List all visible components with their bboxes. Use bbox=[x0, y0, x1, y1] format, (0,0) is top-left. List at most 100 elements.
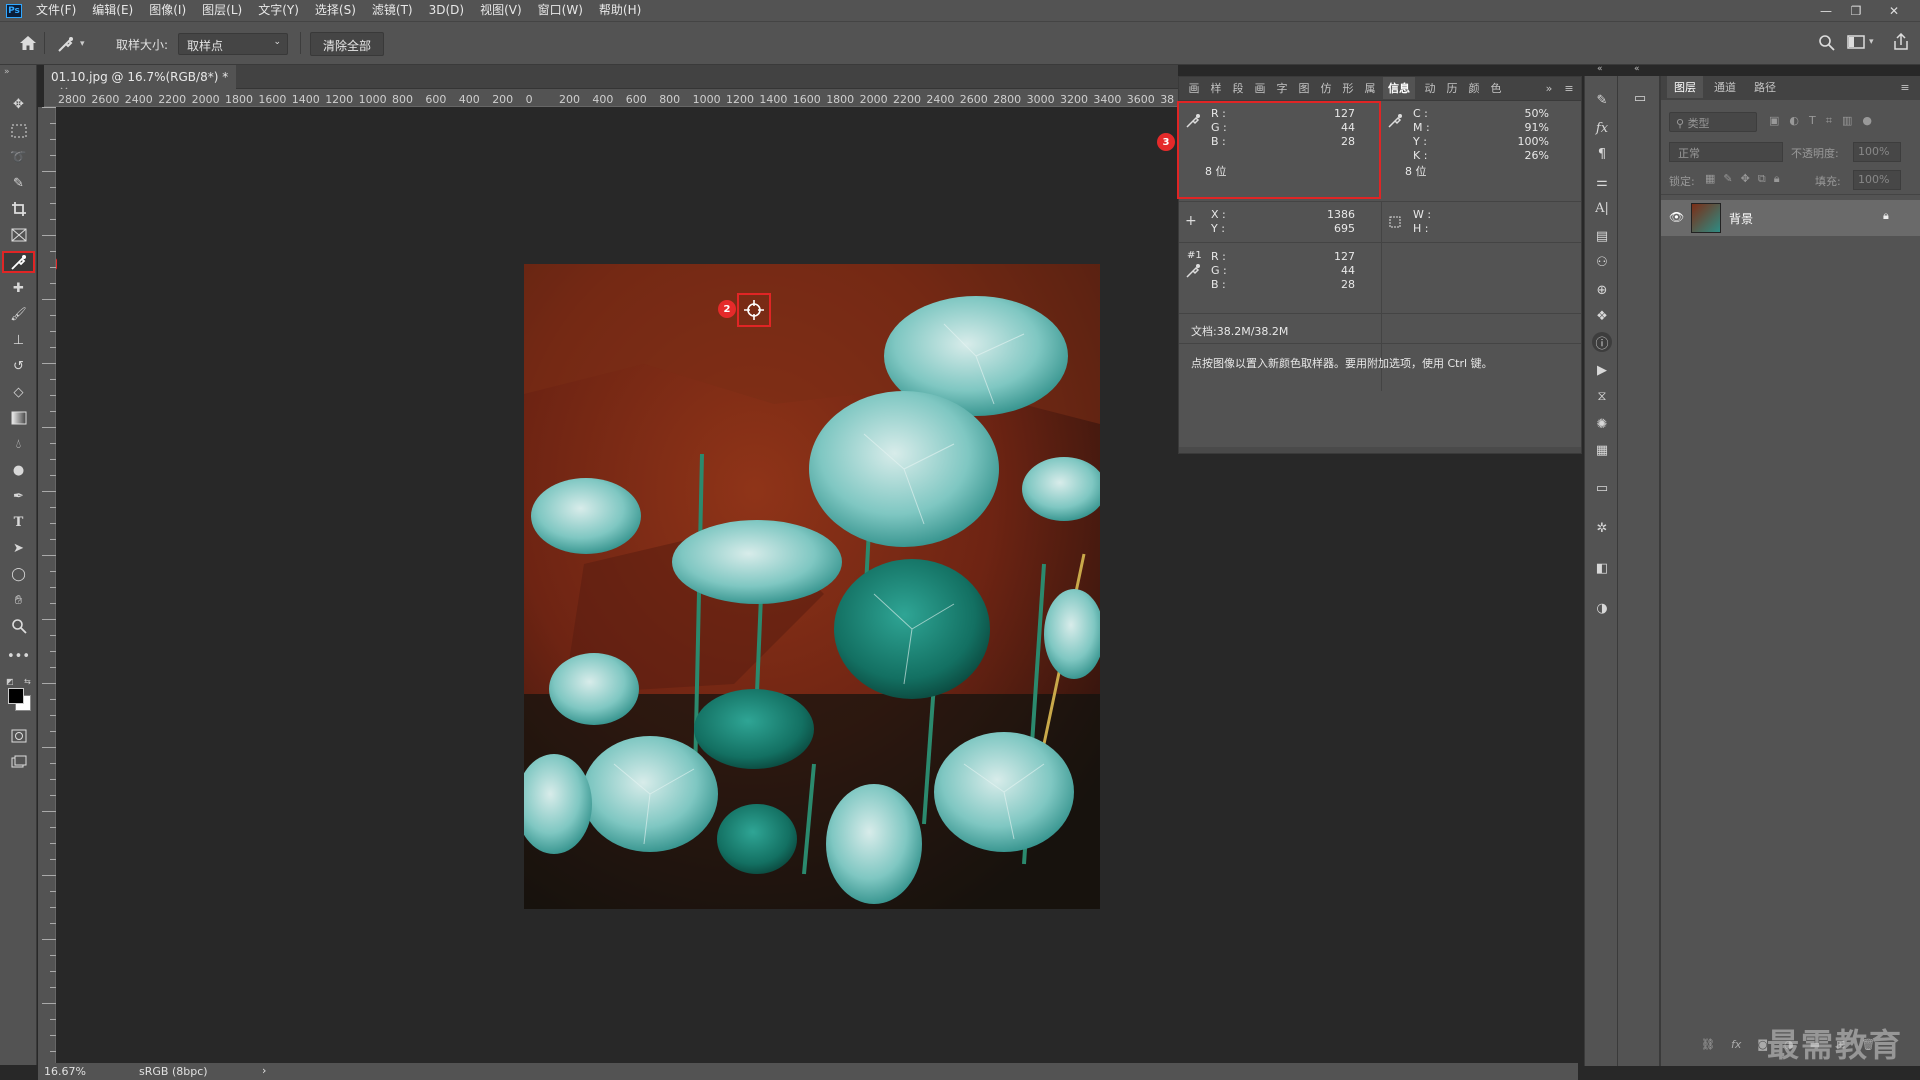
panel-menu-icon[interactable]: ≡ bbox=[1561, 77, 1577, 99]
lock-position-icon[interactable]: ✥ bbox=[1741, 172, 1750, 186]
screen-mode-icon[interactable] bbox=[5, 751, 32, 773]
tab-color[interactable]: 颜 bbox=[1465, 77, 1483, 99]
clone-source-icon[interactable]: ⊕ bbox=[1591, 280, 1613, 300]
tab-shapes[interactable]: 形 bbox=[1339, 77, 1357, 99]
more-tools-icon[interactable]: ••• bbox=[5, 645, 32, 667]
type-tool-icon[interactable]: T bbox=[5, 511, 32, 533]
menu-layer[interactable]: 图层(L) bbox=[194, 0, 250, 21]
paragraph-icon[interactable]: ¶ bbox=[1591, 144, 1613, 164]
opacity-field[interactable]: 100% bbox=[1853, 142, 1901, 162]
lock-image-icon[interactable]: ✎ bbox=[1723, 172, 1732, 186]
clone-stamp-tool-icon[interactable]: ⊥ bbox=[5, 329, 32, 351]
link-layers-icon[interactable]: ⛓ bbox=[1701, 1038, 1715, 1051]
filter-toggle-icon[interactable]: ● bbox=[1862, 114, 1872, 128]
filter-type-icon[interactable]: T bbox=[1809, 114, 1816, 128]
tab-image[interactable]: 图 bbox=[1295, 77, 1313, 99]
layer-visibility-eye-icon[interactable]: 👁︎ bbox=[1669, 210, 1684, 224]
history-brush-tool-icon[interactable]: ↺ bbox=[5, 355, 32, 377]
layers-menu-icon[interactable]: ≡ bbox=[1897, 76, 1913, 98]
collapse-arrows-icon[interactable]: » bbox=[4, 67, 10, 77]
collapse-dock-icon[interactable]: « bbox=[1634, 64, 1640, 74]
minimize-icon[interactable]: — bbox=[1811, 0, 1841, 21]
layer-row-background[interactable]: 👁︎ 背景 🔒︎ bbox=[1661, 200, 1920, 236]
search-icon[interactable] bbox=[1818, 34, 1836, 55]
path-selection-tool-icon[interactable]: ➤ bbox=[5, 537, 32, 559]
default-colors-icon[interactable]: ◩ bbox=[6, 677, 14, 686]
tab-clone-source[interactable]: 仿 bbox=[1317, 77, 1335, 99]
tab-properties[interactable]: 属 bbox=[1361, 77, 1379, 99]
hand-tool-icon[interactable]: ✋︎ bbox=[5, 589, 32, 611]
notes-icon[interactable]: ▭ bbox=[1591, 478, 1613, 498]
history-icon[interactable]: ⧖ bbox=[1591, 386, 1613, 406]
menu-help[interactable]: 帮助(H) bbox=[591, 0, 649, 21]
sample-size-select[interactable]: 取样点 ⌄ bbox=[178, 33, 288, 55]
blur-tool-icon[interactable]: 💧︎ bbox=[5, 433, 32, 455]
color-sampler-preset-icon[interactable]: ▾ bbox=[56, 32, 96, 56]
collapse-strip-icon[interactable]: « bbox=[1597, 64, 1603, 74]
gradient-tool-icon[interactable] bbox=[5, 407, 32, 429]
menu-file[interactable]: 文件(F) bbox=[28, 0, 84, 21]
libraries-icon[interactable]: ⚇ bbox=[1591, 252, 1613, 272]
dodge-tool-icon[interactable]: ● bbox=[5, 459, 32, 481]
tab-character[interactable]: 字 bbox=[1273, 77, 1291, 99]
eraser-tool-icon[interactable]: ◇ bbox=[5, 381, 32, 403]
menu-3d[interactable]: 3D(D) bbox=[421, 0, 472, 21]
shapes-icon[interactable]: ❖ bbox=[1591, 306, 1613, 326]
lock-transparent-icon[interactable]: ▦ bbox=[1705, 172, 1715, 186]
brush-settings-icon[interactable]: ✎ bbox=[1591, 90, 1613, 110]
lasso-tool-icon[interactable]: ➰ bbox=[5, 146, 32, 168]
tab-history[interactable]: 历 bbox=[1443, 77, 1461, 99]
tab-paths[interactable]: 路径 bbox=[1747, 76, 1783, 98]
color-swatches[interactable]: ◩ ⇆ bbox=[5, 677, 33, 713]
close-icon[interactable]: ✕ bbox=[1879, 0, 1909, 21]
dock-panel-icon[interactable]: ▭ bbox=[1629, 88, 1651, 108]
status-arrow-icon[interactable]: › bbox=[262, 1064, 266, 1077]
adjustments-icon[interactable]: ⚌ bbox=[1591, 172, 1613, 192]
menu-view[interactable]: 视图(V) bbox=[472, 0, 530, 21]
lock-artboard-icon[interactable]: ⧉ bbox=[1758, 172, 1766, 186]
home-icon[interactable] bbox=[16, 31, 40, 55]
healing-brush-tool-icon[interactable]: ✚ bbox=[5, 277, 32, 299]
tab-info[interactable]: 信息 bbox=[1383, 77, 1415, 99]
swap-colors-icon[interactable]: ⇆ bbox=[24, 677, 31, 686]
foreground-color-swatch[interactable] bbox=[8, 688, 24, 704]
quick-selection-tool-icon[interactable]: ✎ bbox=[5, 172, 32, 194]
artboard-icon[interactable]: ▤ bbox=[1591, 226, 1613, 246]
layer-name[interactable]: 背景 bbox=[1729, 210, 1753, 227]
clear-all-button[interactable]: 清除全部 bbox=[310, 32, 385, 56]
brush-tool-icon[interactable]: 🖌︎ bbox=[5, 303, 32, 325]
tab-actions[interactable]: 动 bbox=[1421, 77, 1439, 99]
restore-icon[interactable]: ❐ bbox=[1841, 0, 1871, 21]
lock-all-icon[interactable]: 🔒︎ bbox=[1774, 172, 1780, 186]
styles-icon[interactable]: fx bbox=[1591, 118, 1613, 138]
menu-select[interactable]: 选择(S) bbox=[307, 0, 364, 21]
fill-field[interactable]: 100% bbox=[1853, 170, 1901, 190]
menu-filter[interactable]: 滤镜(T) bbox=[364, 0, 421, 21]
menu-edit[interactable]: 编辑(E) bbox=[84, 0, 141, 21]
add-style-icon[interactable]: fx bbox=[1731, 1038, 1741, 1051]
properties-icon[interactable]: ◧ bbox=[1591, 558, 1613, 578]
filter-shape-icon[interactable]: ⌗ bbox=[1826, 114, 1832, 128]
color-icon[interactable]: ✺ bbox=[1591, 414, 1613, 434]
workspace-icon[interactable]: ▾ bbox=[1847, 34, 1874, 50]
adjustment-layer-icon[interactable]: ◑ bbox=[1591, 598, 1613, 618]
color-sampler-crosshair-icon[interactable] bbox=[742, 298, 766, 325]
info-icon[interactable]: ⓘ bbox=[1592, 332, 1612, 352]
document-image[interactable] bbox=[524, 264, 1100, 909]
menu-type[interactable]: 文字(Y) bbox=[250, 0, 307, 21]
expand-tabs-icon[interactable]: » bbox=[1541, 77, 1557, 99]
menu-window[interactable]: 窗口(W) bbox=[530, 0, 591, 21]
quick-mask-icon[interactable] bbox=[5, 725, 32, 747]
document-tab[interactable]: 01.10.jpg @ 16.7%(RGB/8*) * × bbox=[44, 65, 236, 98]
tab-artboards[interactable]: 画 bbox=[1251, 77, 1269, 99]
tab-layers[interactable]: 图层 bbox=[1667, 76, 1703, 98]
frame-tool-icon[interactable] bbox=[5, 224, 32, 246]
share-icon[interactable] bbox=[1892, 32, 1910, 54]
actions-play-icon[interactable]: ▶ bbox=[1591, 360, 1613, 380]
tab-channels[interactable]: 通道 bbox=[1707, 76, 1743, 98]
brushes-icon[interactable]: ✲ bbox=[1591, 518, 1613, 538]
cmyk-eyedropper-icon[interactable] bbox=[1387, 113, 1403, 132]
tab-brushes[interactable]: 画 bbox=[1185, 77, 1203, 99]
pen-tool-icon[interactable]: ✒ bbox=[5, 485, 32, 507]
filter-smart-icon[interactable]: ▥ bbox=[1842, 114, 1852, 128]
